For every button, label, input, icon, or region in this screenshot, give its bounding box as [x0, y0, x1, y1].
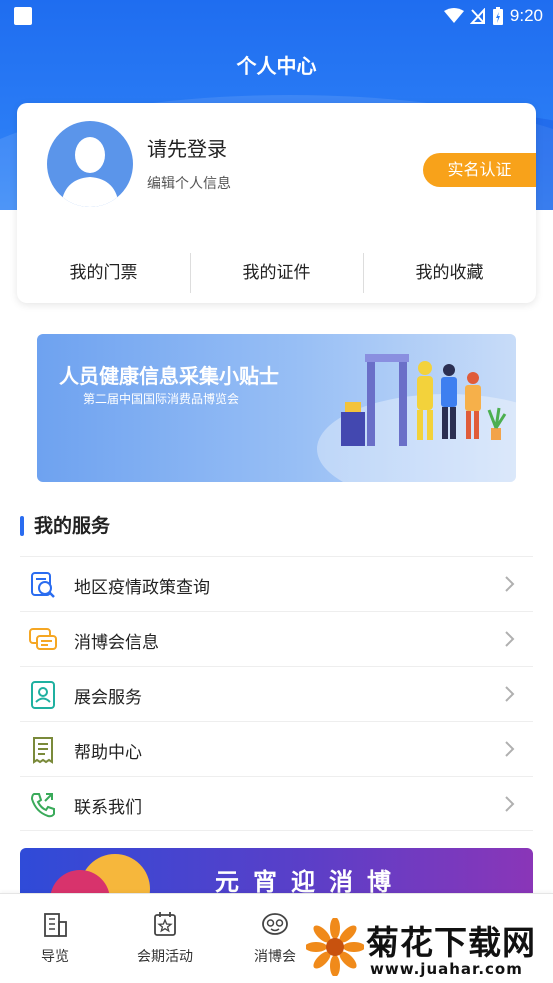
- service-label: 地区疫情政策查询: [74, 578, 210, 598]
- site-watermark: 菊花下载网 www.juahar.com: [300, 910, 553, 983]
- service-item-help-center[interactable]: 帮助中心: [20, 721, 533, 776]
- my-favorites-tab[interactable]: 我的收藏: [363, 253, 536, 293]
- chat-bubbles-icon: [29, 628, 57, 650]
- profile-tabs: 我的门票 我的证件 我的收藏: [17, 253, 536, 293]
- verify-identity-button[interactable]: 实名认证: [423, 153, 536, 187]
- status-bar: 9:20: [0, 0, 553, 32]
- watermark-title: 菊花下载网: [366, 923, 536, 962]
- chevron-right-icon: [505, 741, 515, 757]
- phone-icon: [30, 793, 55, 818]
- my-tickets-tab[interactable]: 我的门票: [17, 253, 190, 293]
- page-title: 个人中心: [236, 54, 317, 78]
- chevron-right-icon: [505, 631, 515, 647]
- watermark-url: www.juahar.com: [370, 960, 523, 978]
- chrysanthemum-logo: [306, 918, 364, 976]
- service-item-exhibition-service[interactable]: 展会服务: [20, 666, 533, 721]
- search-document-icon: [31, 572, 55, 598]
- service-item-contact-us[interactable]: 联系我们: [20, 776, 533, 831]
- building-icon: [44, 913, 67, 937]
- banner-title: 人员健康信息采集小贴士: [59, 364, 279, 388]
- calendar-star-icon: [154, 912, 176, 936]
- chevron-right-icon: [505, 576, 515, 592]
- chevron-right-icon: [505, 796, 515, 812]
- battery-icon: [492, 7, 503, 25]
- receipt-icon: [33, 737, 53, 764]
- service-label: 展会服务: [74, 688, 142, 708]
- user-silhouette-icon: [61, 137, 119, 207]
- health-check-illustration: [341, 354, 507, 446]
- notification-icon: [14, 7, 32, 25]
- tab-label: 导览: [41, 949, 69, 965]
- tab-events[interactable]: 会期活动: [110, 894, 220, 983]
- promo-text: 元宵迎消博: [215, 868, 405, 896]
- services-heading: 我的服务: [20, 512, 110, 540]
- my-credentials-tab[interactable]: 我的证件: [190, 253, 363, 293]
- health-info-banner[interactable]: 人员健康信息采集小贴士 第二届中国国际消费品博览会: [37, 334, 516, 482]
- avatar[interactable]: [47, 121, 133, 207]
- status-time: 9:20: [509, 6, 543, 25]
- service-card-icon: [31, 681, 55, 709]
- tab-label: 会期活动: [137, 949, 193, 965]
- status-icons: 9:20: [443, 4, 543, 28]
- chevron-right-icon: [505, 686, 515, 702]
- tab-guide[interactable]: 导览: [0, 894, 110, 983]
- service-label: 消博会信息: [74, 633, 159, 653]
- profile-card: 请先登录 编辑个人信息 实名认证 我的门票 我的证件 我的收藏: [17, 103, 536, 303]
- service-item-epidemic-policy[interactable]: 地区疫情政策查询: [20, 556, 533, 611]
- edit-profile-link[interactable]: 编辑个人信息: [147, 173, 231, 193]
- service-item-expo-info[interactable]: 消博会信息: [20, 611, 533, 666]
- mascot-icon: [262, 913, 288, 935]
- service-label: 帮助中心: [74, 743, 142, 763]
- service-label: 联系我们: [74, 798, 142, 818]
- wifi-icon: [443, 8, 464, 23]
- no-sim-icon: [469, 8, 485, 24]
- service-list: 地区疫情政策查询 消博会信息 展会服务 帮助中心 联系我们: [20, 556, 533, 831]
- banner-subtitle: 第二届中国国际消费品博览会: [83, 392, 240, 406]
- login-prompt[interactable]: 请先登录: [147, 133, 227, 162]
